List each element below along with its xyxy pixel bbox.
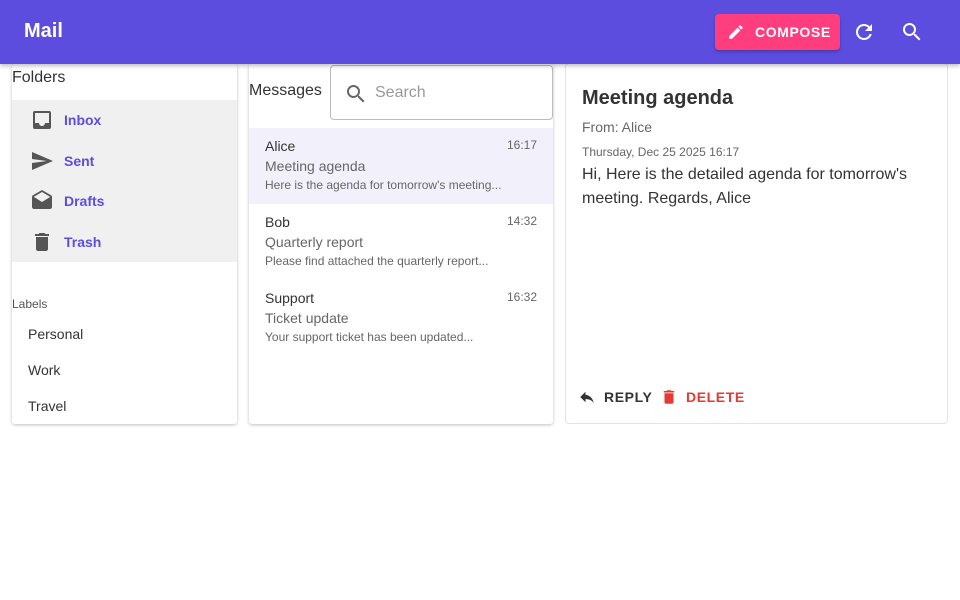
delete-button[interactable]: DELETE [660,384,745,410]
email-subject: Meeting agenda [582,87,734,109]
delete-label: DELETE [686,389,745,405]
folders-heading: Folders [12,69,66,86]
message-subject: Ticket update [265,310,349,326]
search-icon [347,85,365,103]
search-box [330,65,553,120]
drafts-icon [32,190,52,209]
edit-icon [729,25,743,39]
folder-item-drafts[interactable]: Drafts [12,181,237,221]
app-title: Mail [24,20,63,42]
labels-heading: Labels [12,297,48,311]
reply-button[interactable]: REPLY [578,384,652,410]
label-item-personal[interactable]: Personal [28,326,83,342]
compose-button[interactable]: COMPOSE [715,14,840,50]
messages-heading: Messages [249,82,322,99]
send-icon [32,152,53,170]
folder-label: Sent [64,153,95,169]
message-item[interactable]: Bob 14:32 Quarterly report Please find a… [249,204,553,280]
message-time: 14:32 [506,214,537,228]
email-date: Thursday, Dec 25 2025 16:17 [582,145,740,159]
message-subject: Quarterly report [265,234,364,250]
app-bar: Mail COMPOSE [0,0,960,64]
folder-label: Trash [64,234,102,250]
folder-item-trash[interactable]: Trash [12,222,237,262]
label-item-work[interactable]: Work [28,362,60,378]
trash-icon [35,233,49,251]
folder-label: Drafts [64,193,105,209]
message-preview: Please find attached the quarterly repor… [265,254,489,268]
folder-item-sent[interactable]: Sent [12,141,237,181]
inbox-icon [33,111,51,129]
email-body: Hi, Here is the detailed agenda for tomo… [582,166,907,207]
search-input[interactable] [375,80,545,106]
reading-pane: Meeting agenda From: Alice Thursday, Dec… [566,64,947,423]
search-icon[interactable] [900,20,924,44]
message-preview: Here is the agenda for tomorrow's meetin… [265,178,502,192]
message-time: 16:17 [506,138,537,152]
folders-panel: Folders Inbox Sent Drafts Trash Labels P… [12,64,237,424]
message-item[interactable]: Alice 16:17 Meeting agenda Here is the a… [249,128,553,204]
message-sender: Support [265,290,315,306]
folder-label: Inbox [64,112,102,128]
message-preview: Your support ticket has been updated... [265,330,474,344]
message-sender: Alice [265,138,296,154]
reply-label: REPLY [604,389,653,405]
folder-item-inbox[interactable]: Inbox [12,100,237,140]
label-item-travel[interactable]: Travel [28,398,66,414]
message-item[interactable]: Support 16:32 Ticket update Your support… [249,280,553,356]
messages-panel: Messages Alice 16:17 Meeting agenda Here… [249,64,553,424]
refresh-icon[interactable] [852,20,876,44]
message-subject: Meeting agenda [265,158,366,174]
trash-icon [663,390,675,404]
compose-label: COMPOSE [755,24,831,40]
email-from: From: Alice [582,119,653,135]
message-time: 16:32 [506,290,537,304]
reply-icon [580,391,594,403]
message-sender: Bob [265,214,290,230]
folder-list: Inbox Sent Drafts Trash [12,100,237,262]
